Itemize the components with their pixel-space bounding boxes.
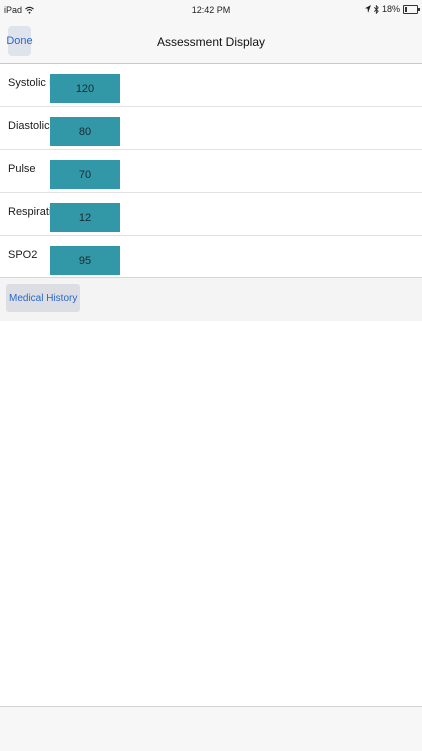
vital-value[interactable]: 12 [50, 203, 120, 232]
vital-label: SPO2 [8, 249, 38, 261]
medical-history-button[interactable]: Medical History [6, 284, 81, 312]
vital-row-spo2: SPO2 95 [0, 236, 422, 279]
status-bar: iPad 12:42 PM 18% [0, 0, 422, 22]
vital-value[interactable]: 95 [50, 246, 120, 275]
vital-row-respiration: Respiration 12 [0, 193, 422, 236]
battery-percent: 18% [381, 4, 400, 14]
status-right: 18% [364, 4, 420, 14]
navigation-bar: Done Assessment Display [0, 22, 422, 64]
battery-tip [418, 7, 420, 11]
status-time: 12:42 PM [191, 5, 231, 15]
bottom-toolbar [0, 706, 422, 751]
vital-row-diastolic-bp: Diastolic BP 80 [0, 107, 422, 150]
vital-value[interactable]: 80 [50, 117, 120, 146]
page-title: Assessment Display [156, 35, 266, 49]
vital-value[interactable]: 70 [50, 160, 120, 189]
battery-icon [403, 4, 420, 14]
vital-label: Pulse [8, 163, 36, 175]
vitals-list: Systolic BP 120 Diastolic BP 80 Pulse 70… [0, 64, 422, 279]
vital-row-systolic-bp: Systolic BP 120 [0, 64, 422, 107]
vital-row-pulse: Pulse 70 [0, 150, 422, 193]
vital-value[interactable]: 120 [50, 74, 120, 103]
battery-fill [405, 6, 407, 12]
location-icon [364, 5, 371, 13]
footer-toolbar: Medical History [0, 277, 422, 321]
bluetooth-icon [373, 4, 379, 14]
